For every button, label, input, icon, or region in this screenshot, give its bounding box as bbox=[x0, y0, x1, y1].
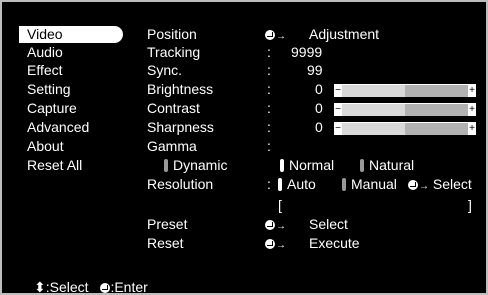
contrast-label: Contrast bbox=[147, 100, 200, 116]
resolution-option-auto[interactable]: Auto bbox=[278, 176, 316, 193]
position-label: Position bbox=[147, 26, 197, 42]
minus-icon[interactable]: − bbox=[334, 85, 342, 97]
brightness-colon: : bbox=[267, 81, 271, 97]
enter-icon bbox=[100, 283, 111, 293]
menu-item-about[interactable]: About bbox=[24, 138, 64, 155]
sharpness-colon: : bbox=[267, 119, 271, 135]
arrow-right-icon: → bbox=[276, 221, 286, 232]
contrast-colon: : bbox=[267, 100, 271, 116]
position-value[interactable]: Adjustment bbox=[309, 26, 379, 43]
radio-mark-icon bbox=[280, 159, 284, 172]
sync-label: Sync. bbox=[147, 62, 183, 78]
gamma-label: Gamma bbox=[147, 138, 197, 154]
resolution-label: Resolution bbox=[147, 176, 214, 192]
slider-fill bbox=[405, 85, 468, 97]
gamma-colon: : bbox=[267, 138, 271, 154]
tracking-label: Tracking bbox=[147, 44, 201, 60]
sync-value[interactable]: 99 bbox=[307, 62, 323, 79]
arrow-right-icon: → bbox=[276, 240, 286, 251]
enter-icon bbox=[265, 30, 275, 40]
footer-help: ⬍:Select :Enter bbox=[34, 279, 148, 295]
preset-value[interactable]: Select bbox=[309, 216, 348, 233]
menu-item-effect[interactable]: Effect bbox=[24, 62, 63, 79]
menu-item-reset-all[interactable]: Reset All bbox=[24, 157, 82, 174]
reset-value[interactable]: Execute bbox=[309, 235, 360, 252]
resolution-colon: : bbox=[267, 176, 271, 192]
radio-mark-icon bbox=[164, 159, 168, 172]
gamma-option-normal[interactable]: Normal bbox=[280, 157, 334, 174]
projector-menu-screen: Video Audio Effect Setting Capture Advan… bbox=[0, 0, 488, 295]
gamma-option-natural[interactable]: Natural bbox=[360, 157, 414, 174]
radio-mark-icon bbox=[360, 159, 364, 172]
arrow-right-icon: → bbox=[419, 181, 429, 192]
plus-icon[interactable]: + bbox=[468, 123, 476, 135]
minus-icon[interactable]: − bbox=[334, 104, 342, 116]
slider-fill bbox=[405, 123, 468, 135]
menu-item-audio[interactable]: Audio bbox=[24, 44, 63, 61]
menu-item-advanced[interactable]: Advanced bbox=[24, 119, 89, 136]
enter-icon bbox=[265, 220, 275, 230]
resolution-select[interactable]: → Select bbox=[408, 176, 472, 195]
reset-enter[interactable]: → bbox=[265, 235, 286, 254]
brightness-label: Brightness bbox=[147, 81, 214, 97]
gamma-option-dynamic[interactable]: Dynamic bbox=[164, 157, 227, 174]
brightness-slider[interactable]: − + bbox=[334, 84, 476, 97]
radio-mark-icon bbox=[278, 178, 282, 191]
arrow-right-icon: → bbox=[276, 31, 286, 42]
contrast-value: 0 bbox=[315, 100, 323, 116]
sync-colon: : bbox=[267, 62, 271, 78]
bracket-open: [ bbox=[278, 197, 282, 213]
resolution-option-manual[interactable]: Manual bbox=[342, 176, 397, 193]
footer-enter-text: :Enter bbox=[110, 279, 148, 295]
enter-icon bbox=[408, 180, 418, 190]
plus-icon[interactable]: + bbox=[468, 85, 476, 97]
reset-label: Reset bbox=[147, 235, 184, 251]
preset-label: Preset bbox=[147, 216, 188, 232]
tracking-value[interactable]: 9999 bbox=[291, 44, 322, 61]
position-enter[interactable]: → bbox=[265, 26, 286, 45]
minus-icon[interactable]: − bbox=[334, 123, 342, 135]
radio-mark-icon bbox=[342, 178, 346, 191]
contrast-slider[interactable]: − + bbox=[334, 103, 476, 116]
footer-select-text: :Select bbox=[45, 279, 89, 295]
preset-enter[interactable]: → bbox=[265, 216, 286, 235]
up-down-icon: ⬍ bbox=[34, 279, 46, 295]
plus-icon[interactable]: + bbox=[468, 104, 476, 116]
sharpness-label: Sharpness bbox=[147, 119, 214, 135]
brightness-value: 0 bbox=[315, 81, 323, 97]
bracket-close: ] bbox=[468, 197, 472, 213]
sharpness-value: 0 bbox=[315, 119, 323, 135]
menu-item-capture[interactable]: Capture bbox=[24, 100, 77, 117]
tracking-colon: : bbox=[267, 44, 271, 60]
enter-icon bbox=[265, 239, 275, 249]
sharpness-slider[interactable]: − + bbox=[334, 122, 476, 135]
menu-item-setting[interactable]: Setting bbox=[24, 81, 71, 98]
menu-item-video[interactable]: Video bbox=[19, 26, 123, 43]
slider-fill bbox=[405, 104, 468, 116]
